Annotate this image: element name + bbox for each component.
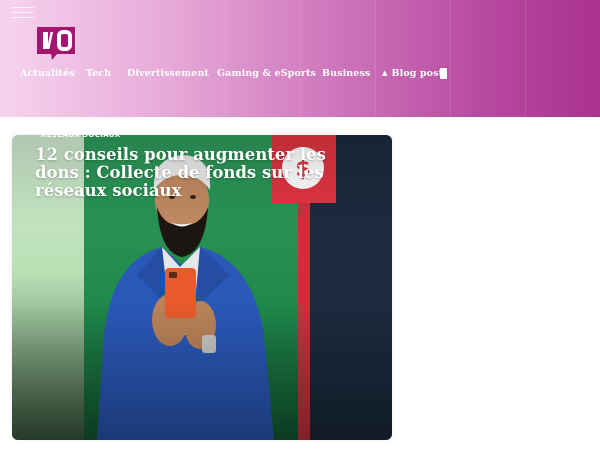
nav-item-actualites[interactable]: Actualités xyxy=(20,68,75,79)
article-category[interactable]: RÉSEAUX SOCIAUX xyxy=(41,131,121,139)
nav-item-divertissement[interactable]: Divertissement xyxy=(127,68,209,79)
hamburger-menu-icon[interactable] xyxy=(12,6,34,20)
site-logo[interactable] xyxy=(35,25,77,61)
article-title[interactable]: 12 conseils pour augmenter les dons : Co… xyxy=(35,146,335,200)
nav-item-blog-post-label: Blog post xyxy=(391,68,444,79)
nav-item-business[interactable]: Business xyxy=(322,68,370,79)
nav-item-gaming-esports[interactable]: Gaming & eSports xyxy=(217,68,316,79)
search-toggle[interactable] xyxy=(440,68,447,79)
site-header: Actualités Tech Divertissement Gaming & … xyxy=(0,0,600,117)
nav-item-blog-post[interactable]: ▲ Blog post xyxy=(382,68,443,79)
header-pattern xyxy=(0,0,600,117)
nav-item-tech[interactable]: Tech xyxy=(86,68,111,79)
chevron-up-icon: ▲ xyxy=(382,68,388,77)
